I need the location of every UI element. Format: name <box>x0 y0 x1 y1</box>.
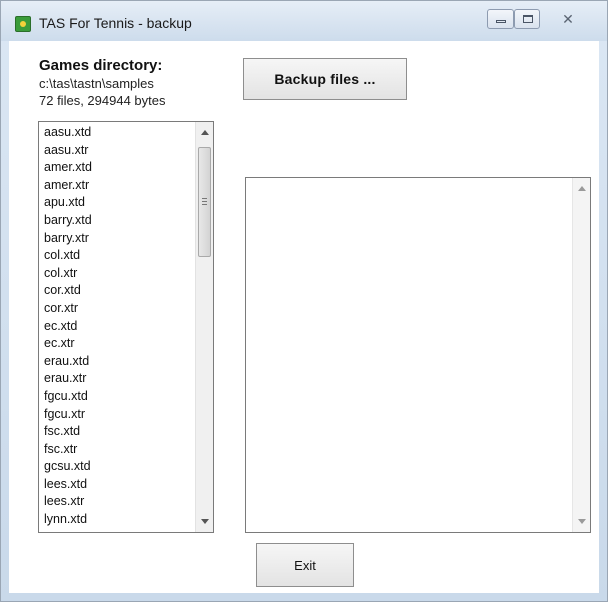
file-list-items: aasu.xtd aasu.xtr amer.xtd amer.xtr apu.xtd b… <box>44 124 92 529</box>
file-list-item[interactable]: lynn.xtd <box>44 511 92 529</box>
tennis-app-icon <box>15 16 31 32</box>
file-list-item[interactable]: lees.xtd <box>44 476 92 494</box>
title-bar[interactable]: TAS For Tennis - backup ✕ <box>1 1 607 41</box>
close-button[interactable]: ✕ <box>543 9 591 29</box>
log-scroll-down-arrow-icon[interactable] <box>578 519 586 524</box>
grip-line <box>202 198 207 199</box>
file-list-item[interactable]: ec.xtr <box>44 335 92 353</box>
file-list-item[interactable]: amer.xtd <box>44 159 92 177</box>
file-list-item[interactable]: barry.xtd <box>44 212 92 230</box>
games-directory-label: Games directory: <box>39 57 163 74</box>
file-list-item[interactable]: fgcu.xtd <box>44 388 92 406</box>
file-list-item[interactable]: erau.xtr <box>44 370 92 388</box>
file-list-item[interactable]: ec.xtd <box>44 318 92 336</box>
scroll-down-arrow-icon[interactable] <box>201 519 209 524</box>
backup-log-textarea[interactable] <box>245 177 591 533</box>
scroll-thumb[interactable] <box>198 147 211 257</box>
app-window: TAS For Tennis - backup ✕ Games director… <box>0 0 608 602</box>
file-list-item[interactable]: apu.xtd <box>44 194 92 212</box>
file-list-item[interactable]: col.xtr <box>44 265 92 283</box>
scroll-up-arrow-icon[interactable] <box>201 130 209 135</box>
games-directory-path: c:\tas\tastn\samples <box>39 76 154 91</box>
maximize-button[interactable] <box>514 9 540 29</box>
minimize-button[interactable] <box>487 9 514 29</box>
file-list-item[interactable]: aasu.xtr <box>44 142 92 160</box>
file-list-item[interactable]: gcsu.xtd <box>44 458 92 476</box>
grip-line <box>202 201 207 202</box>
games-file-list[interactable]: aasu.xtd aasu.xtr amer.xtd amer.xtr apu.xtd b… <box>38 121 214 533</box>
file-list-item[interactable]: aasu.xtd <box>44 124 92 142</box>
file-list-item[interactable]: fsc.xtr <box>44 441 92 459</box>
file-list-item[interactable]: col.xtd <box>44 247 92 265</box>
close-icon: ✕ <box>562 11 574 27</box>
log-scroll-up-arrow-icon[interactable] <box>578 186 586 191</box>
exit-button[interactable]: Exit <box>256 543 354 587</box>
backup-files-button[interactable]: Backup files ... <box>243 58 407 100</box>
file-list-item[interactable]: fsc.xtd <box>44 423 92 441</box>
grip-line <box>202 204 207 205</box>
file-list-item[interactable]: fgcu.xtr <box>44 406 92 424</box>
file-list-item[interactable]: amer.xtr <box>44 177 92 195</box>
window-title: TAS For Tennis - backup <box>39 15 192 31</box>
log-scrollbar[interactable] <box>572 178 590 532</box>
file-list-item[interactable]: lees.xtr <box>44 493 92 511</box>
file-list-item[interactable]: barry.xtr <box>44 230 92 248</box>
file-list-scrollbar[interactable] <box>195 122 213 532</box>
file-list-item[interactable]: cor.xtd <box>44 282 92 300</box>
file-list-item[interactable]: cor.xtr <box>44 300 92 318</box>
games-file-summary: 72 files, 294944 bytes <box>39 93 166 108</box>
window-client-area: Games directory: c:\tas\tastn\samples 72… <box>9 41 599 593</box>
file-list-item[interactable]: erau.xtd <box>44 353 92 371</box>
